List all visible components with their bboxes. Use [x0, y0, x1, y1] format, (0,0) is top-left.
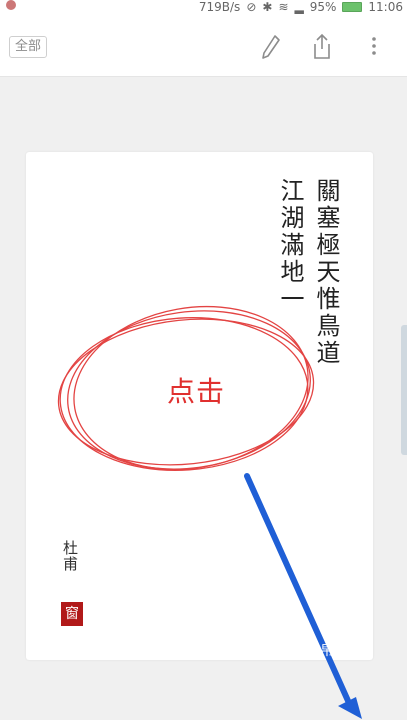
status-right: 719B/s ⊘ ✱ ≋ ▂ 95% 11:06 — [199, 0, 403, 14]
alarm-icon: ⊘ — [246, 0, 257, 14]
status-bar: 719B/s ⊘ ✱ ≋ ▂ 95% 11:06 — [0, 0, 407, 14]
all-button[interactable]: 全部 — [9, 36, 48, 58]
seal-stamp: 窗 — [61, 602, 83, 626]
toolbar: 全部 — [0, 14, 407, 77]
battery-icon — [342, 2, 363, 12]
scroll-handle[interactable] — [401, 325, 407, 455]
tap-annotation-label: 点击 — [167, 375, 226, 408]
poem-author: 杜甫 — [61, 540, 79, 572]
battery-text: 95% — [309, 0, 337, 14]
poem-line-2: 江湖滿地一 — [276, 178, 304, 313]
signal-icon: ▂ — [294, 0, 304, 14]
bluetooth-icon: ✱ — [262, 0, 273, 14]
pen-icon[interactable] — [259, 32, 283, 60]
notification-icon — [6, 0, 16, 10]
poem-line-1: 關塞極天惟鳥道 — [312, 178, 340, 367]
network-speed: 719B/s — [198, 0, 241, 14]
clock: 11:06 — [368, 0, 403, 14]
more-icon[interactable] — [362, 32, 386, 60]
wifi-icon: ≋ — [278, 0, 289, 14]
overlay-text: 帛 — [320, 643, 334, 659]
share-icon[interactable] — [310, 32, 334, 60]
